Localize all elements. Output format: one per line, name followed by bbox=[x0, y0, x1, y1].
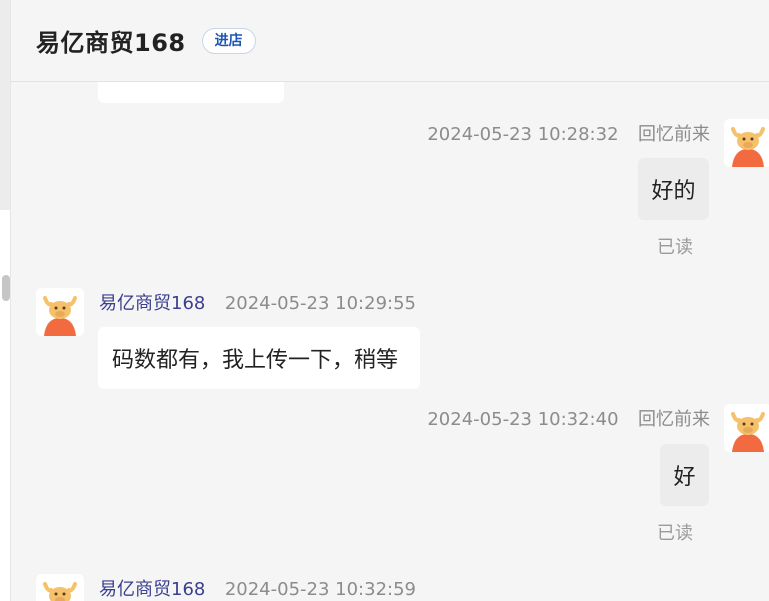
read-status: 已读 bbox=[657, 523, 693, 544]
enter-shop-button[interactable]: 进店 bbox=[201, 27, 256, 54]
message-time: 2024-05-23 10:29:55 bbox=[224, 293, 416, 314]
my-nickname: 回忆前来 bbox=[638, 409, 710, 430]
sender-avatar[interactable] bbox=[36, 574, 84, 601]
message-meta: 易亿商贸168 2024-05-23 10:32:59 bbox=[99, 575, 416, 601]
message-time: 2024-05-23 10:28:32 bbox=[427, 124, 619, 145]
my-nickname: 回忆前来 bbox=[638, 124, 710, 145]
message-text: 好 bbox=[673, 465, 696, 490]
bull-avatar-icon bbox=[724, 404, 769, 452]
my-avatar[interactable] bbox=[724, 404, 769, 452]
bull-avatar-icon bbox=[36, 288, 84, 336]
message-bubble[interactable]: 好的 bbox=[638, 158, 709, 220]
bull-avatar-icon bbox=[724, 119, 769, 167]
chat-panel: 易亿商贸168 进店 2024-05-23 10:28:32 回忆前来 好的 已… bbox=[11, 0, 769, 601]
message-time: 2024-05-23 10:32:59 bbox=[224, 579, 416, 600]
message-text: 码数都有，我上传一下，稍等 bbox=[112, 348, 399, 373]
chat-header: 易亿商贸168 进店 bbox=[11, 0, 769, 82]
message-bubble[interactable]: 好 bbox=[660, 444, 709, 506]
message-time: 2024-05-23 10:32:40 bbox=[427, 409, 619, 430]
left-scrollbar-thumb[interactable] bbox=[0, 0, 10, 210]
message-bubble[interactable]: 码数都有，我上传一下，稍等 bbox=[98, 327, 420, 389]
message-meta: 易亿商贸168 2024-05-23 10:29:55 bbox=[99, 289, 416, 315]
message-meta: 2024-05-23 10:32:40 回忆前来 bbox=[427, 405, 710, 431]
sender-avatar[interactable] bbox=[36, 288, 84, 336]
my-avatar[interactable] bbox=[724, 119, 769, 167]
sender-name[interactable]: 易亿商贸168 bbox=[99, 579, 205, 600]
sender-name[interactable]: 易亿商贸168 bbox=[99, 293, 205, 314]
shop-name: 易亿商贸168 bbox=[36, 29, 186, 57]
bull-avatar-icon bbox=[36, 574, 84, 601]
left-scrollbar-handle[interactable] bbox=[2, 275, 10, 301]
message-text: 好的 bbox=[651, 179, 696, 204]
message-meta: 2024-05-23 10:28:32 回忆前来 bbox=[427, 120, 710, 146]
read-status: 已读 bbox=[657, 237, 693, 258]
